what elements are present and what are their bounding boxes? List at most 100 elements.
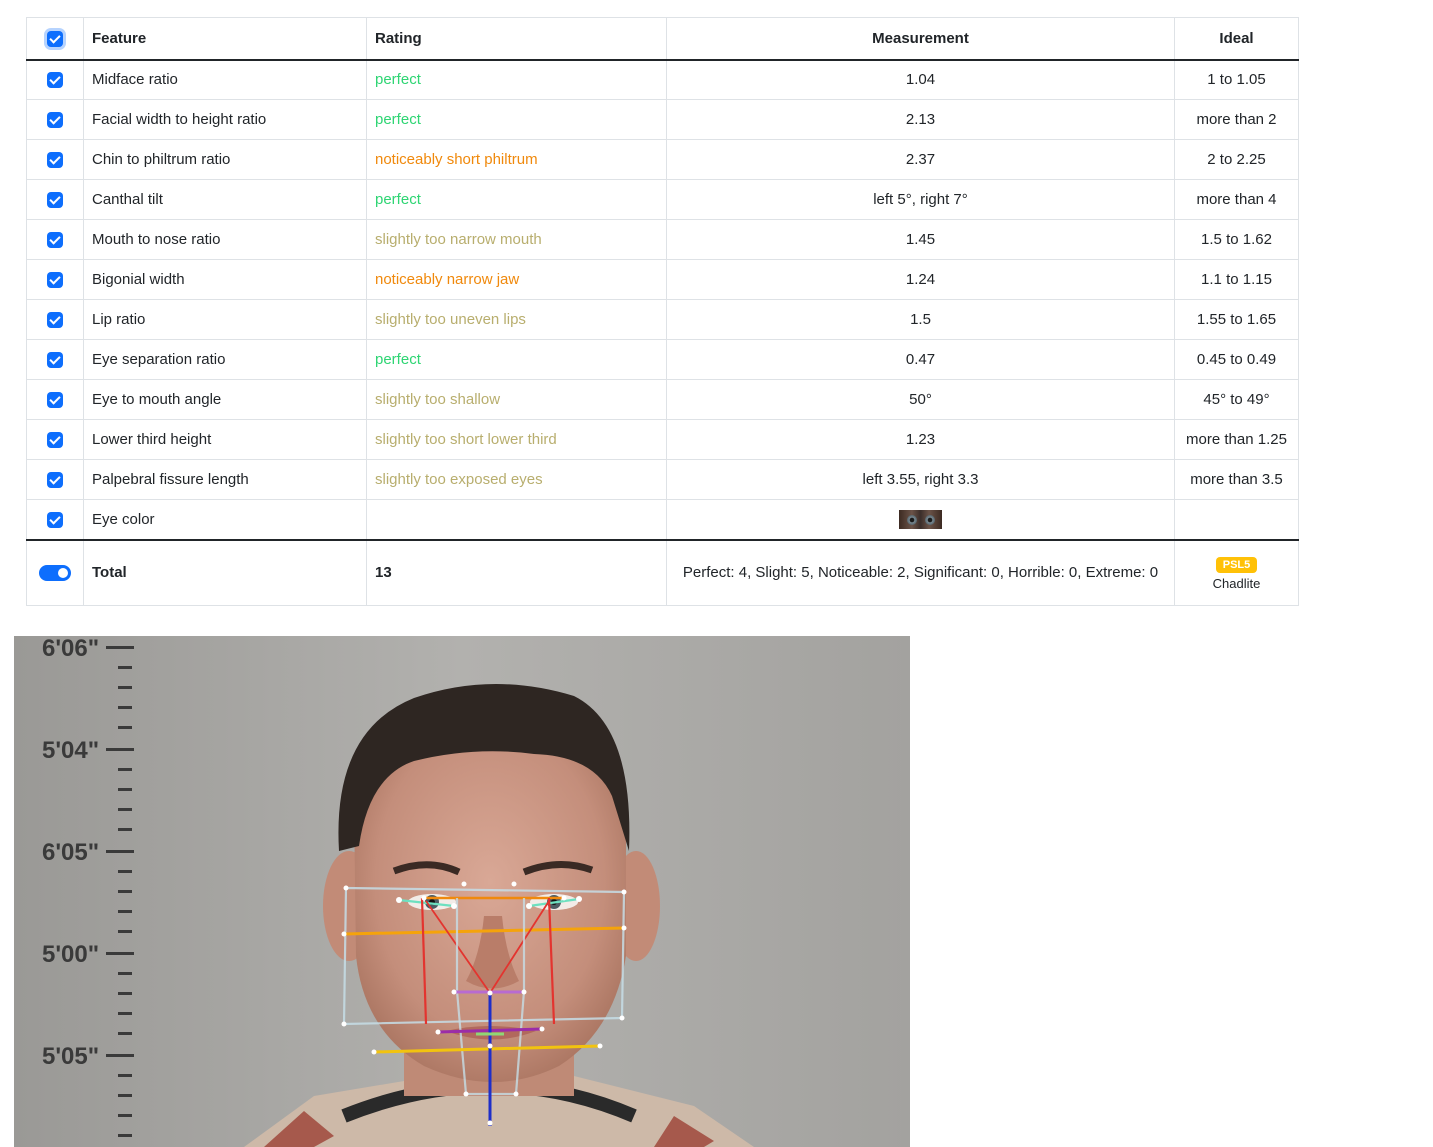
table-row: Lip ratio slightly too uneven lips 1.5 1…	[26, 299, 1299, 340]
ideal-cell: more than 3.5	[1174, 459, 1299, 500]
ideal-cell: more than 4	[1174, 179, 1299, 220]
rating-cell: slightly too narrow mouth	[366, 219, 667, 260]
feature-cell: Chin to philtrum ratio	[83, 139, 367, 180]
table-row: Eye to mouth angle slightly too shallow …	[26, 379, 1299, 420]
row-checkbox[interactable]	[47, 472, 63, 489]
height-mark: 5'04"	[42, 737, 99, 764]
total-label: Total	[83, 538, 367, 606]
measurement-cell: 0.47	[666, 339, 1175, 380]
rating-cell: perfect	[366, 339, 667, 380]
row-checkbox[interactable]	[47, 352, 63, 369]
table-row: Midface ratio perfect 1.04 1 to 1.05	[26, 59, 1299, 100]
row-checkbox[interactable]	[47, 392, 63, 409]
height-mark: 6'06"	[42, 636, 99, 662]
ideal-cell: 2 to 2.25	[1174, 139, 1299, 180]
row-checkbox-cell	[26, 459, 84, 500]
table-row: Lower third height slightly too short lo…	[26, 419, 1299, 460]
measurement-cell: 2.13	[666, 99, 1175, 140]
total-toggle-cell	[26, 538, 84, 606]
ideal-cell: more than 2	[1174, 99, 1299, 140]
feature-cell: Midface ratio	[83, 59, 367, 100]
total-toggle-switch[interactable]	[39, 565, 71, 582]
row-checkbox[interactable]	[47, 312, 63, 329]
row-checkbox[interactable]	[47, 72, 63, 89]
ideal-cell: 0.45 to 0.49	[1174, 339, 1299, 380]
ratings-table: Feature Rating Measurement Ideal Midface…	[26, 17, 1299, 606]
rating-cell: noticeably narrow jaw	[366, 259, 667, 300]
table-row: Palpebral fissure length slightly too ex…	[26, 459, 1299, 500]
header-rating: Rating	[366, 17, 667, 61]
table-body: Midface ratio perfect 1.04 1 to 1.05 Fac…	[26, 59, 1299, 606]
eye-color-swatch-cell	[666, 499, 1175, 540]
row-checkbox-cell	[26, 99, 84, 140]
ideal-cell: 1.1 to 1.15	[1174, 259, 1299, 300]
table-row: Canthal tilt perfect left 5°, right 7° m…	[26, 179, 1299, 220]
row-checkbox-cell	[26, 179, 84, 220]
measurement-cell: 1.23	[666, 419, 1175, 460]
row-checkbox-cell	[26, 219, 84, 260]
measurement-cell: 50°	[666, 379, 1175, 420]
ideal-cell: 45° to 49°	[1174, 379, 1299, 420]
row-checkbox-cell	[26, 499, 84, 540]
face-analysis-photo: 6'06" 5'04" 6'05" 5'00" 5'05"	[14, 636, 910, 1147]
row-checkbox-cell	[26, 59, 84, 100]
ideal-cell: 1 to 1.05	[1174, 59, 1299, 100]
rating-cell: noticeably short philtrum	[366, 139, 667, 180]
row-checkbox-cell	[26, 419, 84, 460]
row-checkbox[interactable]	[47, 232, 63, 249]
ideal-cell: 1.55 to 1.65	[1174, 299, 1299, 340]
measurement-cell: left 5°, right 7°	[666, 179, 1175, 220]
measurement-cell: left 3.55, right 3.3	[666, 459, 1175, 500]
table-row: Bigonial width noticeably narrow jaw 1.2…	[26, 259, 1299, 300]
row-checkbox[interactable]	[47, 432, 63, 449]
table-row-eye-color: Eye color	[26, 499, 1299, 540]
header-feature: Feature	[83, 17, 367, 61]
ratings-table-container: Feature Rating Measurement Ideal Midface…	[26, 17, 1299, 606]
row-checkbox[interactable]	[47, 511, 63, 528]
row-checkbox-cell	[26, 259, 84, 300]
row-checkbox[interactable]	[47, 152, 63, 169]
total-summary: Perfect: 4, Slight: 5, Noticeable: 2, Si…	[666, 538, 1175, 606]
eye-color-swatch	[899, 509, 942, 529]
ideal-cell	[1174, 499, 1299, 540]
feature-cell: Lip ratio	[83, 299, 367, 340]
measurement-cell: 1.04	[666, 59, 1175, 100]
row-checkbox-cell	[26, 339, 84, 380]
feature-cell: Eye color	[83, 499, 367, 540]
feature-cell: Eye to mouth angle	[83, 379, 367, 420]
table-row: Facial width to height ratio perfect 2.1…	[26, 99, 1299, 140]
row-checkbox-cell	[26, 139, 84, 180]
table-row: Eye separation ratio perfect 0.47 0.45 t…	[26, 339, 1299, 380]
rating-cell: slightly too uneven lips	[366, 299, 667, 340]
row-checkbox-cell	[26, 379, 84, 420]
measurement-cell: 2.37	[666, 139, 1175, 180]
measurement-cell: 1.45	[666, 219, 1175, 260]
feature-cell: Palpebral fissure length	[83, 459, 367, 500]
rating-cell: perfect	[366, 99, 667, 140]
feature-cell: Eye separation ratio	[83, 339, 367, 380]
rating-cell: perfect	[366, 59, 667, 100]
measurement-cell: 1.24	[666, 259, 1175, 300]
table-header-row: Feature Rating Measurement Ideal	[26, 17, 1299, 61]
total-row: Total 13 Perfect: 4, Slight: 5, Noticeab…	[26, 538, 1299, 606]
feature-cell: Mouth to nose ratio	[83, 219, 367, 260]
select-all-cell	[26, 17, 84, 61]
header-ideal: Ideal	[1174, 17, 1299, 61]
feature-cell: Canthal tilt	[83, 179, 367, 220]
height-mark: 6'05"	[42, 839, 99, 866]
feature-cell: Lower third height	[83, 419, 367, 460]
ideal-cell: 1.5 to 1.62	[1174, 219, 1299, 260]
rating-cell: slightly too exposed eyes	[366, 459, 667, 500]
table-row: Mouth to nose ratio slightly too narrow …	[26, 219, 1299, 260]
row-checkbox[interactable]	[47, 272, 63, 289]
rating-cell	[366, 499, 667, 540]
row-checkbox[interactable]	[47, 112, 63, 129]
tier-label: Chadlite	[1212, 575, 1261, 591]
table-row: Chin to philtrum ratio noticeably short …	[26, 139, 1299, 180]
measurement-cell: 1.5	[666, 299, 1175, 340]
rating-cell: slightly too shallow	[366, 379, 667, 420]
rating-cell: perfect	[366, 179, 667, 220]
row-checkbox[interactable]	[47, 192, 63, 209]
select-all-checkbox[interactable]	[47, 30, 63, 47]
feature-cell: Facial width to height ratio	[83, 99, 367, 140]
